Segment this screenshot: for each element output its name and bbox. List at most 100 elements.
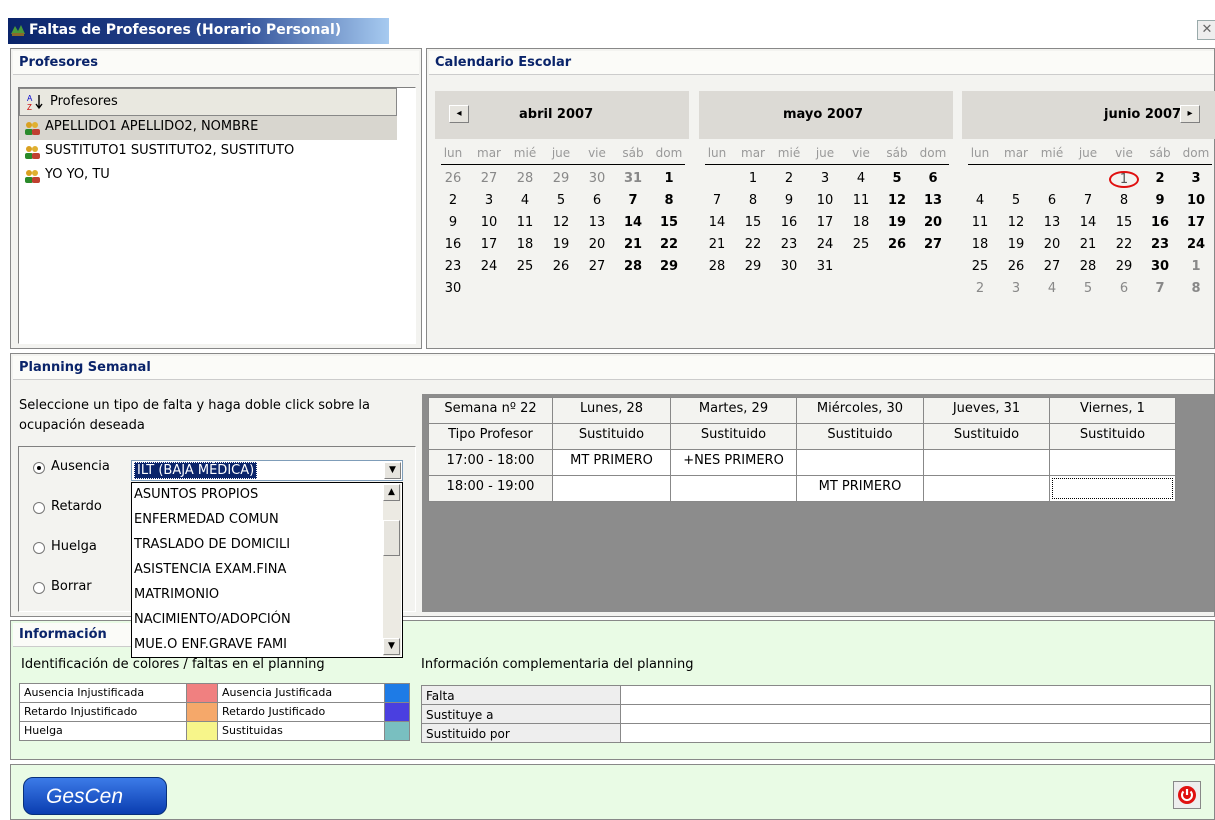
calendar-day[interactable]: 8 [657, 193, 681, 208]
calendar-day[interactable]: 19 [1004, 237, 1028, 252]
calendar-day[interactable]: 11 [849, 193, 873, 208]
calendar-day[interactable]: 23 [777, 237, 801, 252]
absence-type-label[interactable]: Retardo [51, 499, 102, 514]
calendar-day[interactable]: 8 [741, 193, 765, 208]
absence-type-radio[interactable] [33, 502, 45, 514]
calendar-day[interactable]: 4 [513, 193, 537, 208]
calendar-day[interactable]: 4 [968, 193, 992, 208]
calendar-day[interactable]: 26 [885, 237, 909, 252]
calendar-day[interactable]: 13 [1040, 215, 1064, 230]
calendar-day[interactable]: 27 [921, 237, 945, 252]
calendar-day[interactable]: 8 [1184, 281, 1208, 296]
grid-cell[interactable] [796, 449, 924, 476]
grid-cell[interactable] [552, 475, 671, 502]
calendar-day[interactable]: 29 [1112, 259, 1136, 274]
calendar-day[interactable]: 6 [1112, 281, 1136, 296]
calendar-day[interactable]: 16 [441, 237, 465, 252]
calendar-day[interactable]: 30 [1148, 259, 1172, 274]
calendar-day[interactable]: 4 [849, 171, 873, 186]
grid-cell[interactable]: +NES PRIMERO [670, 449, 797, 476]
calendar-day[interactable]: 16 [777, 215, 801, 230]
calendar-day[interactable]: 28 [705, 259, 729, 274]
calendar-day[interactable]: 18 [968, 237, 992, 252]
calendar-day[interactable]: 27 [585, 259, 609, 274]
dropdown-option[interactable]: ENFERMEDAD COMUN [134, 512, 279, 527]
calendar-day[interactable]: 1 [741, 171, 765, 186]
grid-cell[interactable] [923, 449, 1050, 476]
teacher-row[interactable]: SUSTITUTO1 SUSTITUTO2, SUSTITUTO [19, 140, 397, 164]
calendar-day[interactable]: 5 [549, 193, 573, 208]
calendar-day[interactable]: 2 [1148, 171, 1172, 186]
calendar-day[interactable]: 21 [1076, 237, 1100, 252]
calendar-day[interactable]: 16 [1148, 215, 1172, 230]
calendar-day[interactable]: 30 [777, 259, 801, 274]
calendar-day[interactable]: 28 [1076, 259, 1100, 274]
calendar-day[interactable]: 18 [513, 237, 537, 252]
absence-type-radio[interactable] [33, 542, 45, 554]
absence-reason-combo[interactable]: ILT (BAJA MÉDICA) ▼ [131, 460, 403, 481]
calendar-day[interactable]: 3 [1184, 171, 1208, 186]
calendar-day[interactable]: 12 [549, 215, 573, 230]
calendar-day[interactable]: 21 [705, 237, 729, 252]
calendar-day[interactable]: 23 [441, 259, 465, 274]
dropdown-option[interactable]: ASISTENCIA EXAM.FINA [134, 562, 286, 577]
calendar-day[interactable]: 22 [657, 237, 681, 252]
calendar-day[interactable]: 19 [549, 237, 573, 252]
calendar-day[interactable]: 20 [921, 215, 945, 230]
absence-type-label[interactable]: Ausencia [51, 459, 110, 474]
absence-type-label[interactable]: Huelga [51, 539, 97, 554]
calendar-day[interactable]: 24 [1184, 237, 1208, 252]
calendar-day[interactable]: 6 [921, 171, 945, 186]
calendar-day[interactable]: 28 [621, 259, 645, 274]
calendar-day[interactable]: 28 [513, 171, 537, 186]
calendar-day[interactable]: 7 [1076, 193, 1100, 208]
calendar-day[interactable]: 14 [1076, 215, 1100, 230]
calendar-day[interactable]: 12 [1004, 215, 1028, 230]
calendar-day[interactable]: 10 [813, 193, 837, 208]
scroll-up-button[interactable]: ▲ [383, 484, 400, 501]
dropdown-option[interactable]: MATRIMONIO [134, 587, 219, 602]
calendar-day[interactable]: 18 [849, 215, 873, 230]
calendar-day[interactable]: 10 [1184, 193, 1208, 208]
calendar-day[interactable]: 26 [549, 259, 573, 274]
calendar-day[interactable]: 23 [1148, 237, 1172, 252]
teachers-list-header[interactable]: A Z Profesores [19, 88, 397, 116]
calendar-day[interactable]: 15 [1112, 215, 1136, 230]
calendar-day[interactable]: 29 [741, 259, 765, 274]
calendar-day[interactable]: 27 [477, 171, 501, 186]
calendar-day[interactable]: 20 [585, 237, 609, 252]
calendar-day[interactable]: 30 [585, 171, 609, 186]
grid-cell[interactable] [1049, 475, 1176, 502]
calendar-day[interactable]: 22 [741, 237, 765, 252]
calendar-day[interactable]: 25 [513, 259, 537, 274]
calendar-day[interactable]: 24 [813, 237, 837, 252]
absence-type-label[interactable]: Borrar [51, 579, 92, 594]
calendar-day[interactable]: 4 [1040, 281, 1064, 296]
calendar-day[interactable]: 2 [968, 281, 992, 296]
calendar-day[interactable]: 25 [968, 259, 992, 274]
teacher-row[interactable]: YO YO, TU [19, 164, 397, 188]
next-month-button[interactable]: ▸ [1180, 105, 1200, 123]
dropdown-option[interactable]: MUE.O ENF.GRAVE FAMI [134, 637, 287, 652]
calendar-day[interactable]: 8 [1112, 193, 1136, 208]
calendar-day[interactable]: 3 [1004, 281, 1028, 296]
calendar-day[interactable]: 7 [1148, 281, 1172, 296]
calendar-day[interactable]: 15 [741, 215, 765, 230]
calendar-day[interactable]: 9 [777, 193, 801, 208]
calendar-day[interactable]: 31 [813, 259, 837, 274]
calendar-day[interactable]: 14 [705, 215, 729, 230]
calendar-day[interactable]: 17 [1184, 215, 1208, 230]
power-button[interactable] [1173, 781, 1201, 809]
calendar-day[interactable]: 29 [549, 171, 573, 186]
calendar-day[interactable]: 1 [657, 171, 681, 186]
calendar-day[interactable]: 21 [621, 237, 645, 252]
teacher-row[interactable]: APELLIDO1 APELLIDO2, NOMBRE [19, 116, 397, 140]
calendar-day[interactable]: 14 [621, 215, 645, 230]
dropdown-option[interactable]: TRASLADO DE DOMICILI [134, 537, 290, 552]
calendar-day[interactable]: 26 [441, 171, 465, 186]
calendar-day[interactable]: 5 [885, 171, 909, 186]
calendar-day[interactable]: 6 [1040, 193, 1064, 208]
calendar-day[interactable]: 26 [1004, 259, 1028, 274]
grid-cell[interactable] [670, 475, 797, 502]
calendar-day[interactable]: 25 [849, 237, 873, 252]
